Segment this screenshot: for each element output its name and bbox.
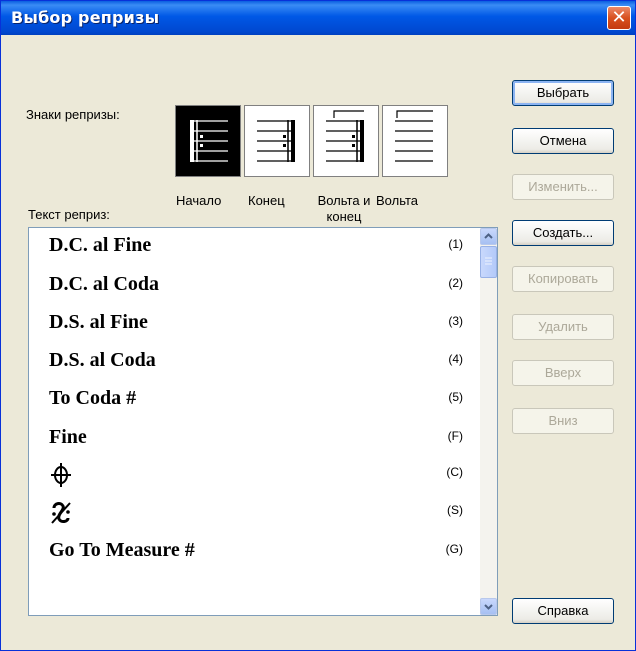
- select-button[interactable]: Выбрать: [512, 80, 614, 106]
- segno-icon: [51, 502, 71, 524]
- mark-label-volta-end: Вольта и конец: [317, 193, 371, 224]
- list-item-code: (F): [447, 429, 463, 443]
- mark-end[interactable]: [244, 105, 310, 177]
- list-item-code: (G): [445, 542, 463, 556]
- list-item-code: (S): [447, 503, 463, 517]
- delete-button[interactable]: Удалить: [512, 314, 614, 340]
- list-item-code: (4): [448, 352, 463, 366]
- list-item[interactable]: (C): [29, 456, 475, 494]
- repeat-end-icon: [257, 120, 295, 162]
- list-item-text: D.C. al Fine: [49, 234, 152, 256]
- volta-icon: [395, 110, 433, 162]
- cancel-button[interactable]: Отмена: [512, 128, 614, 154]
- mark-label-volta: Вольта: [376, 193, 418, 208]
- list-item[interactable]: Go To Measure # (G): [29, 533, 475, 571]
- list-item[interactable]: To Coda # (5): [29, 381, 475, 419]
- list-item-text: D.S. al Coda: [49, 349, 156, 371]
- close-icon: ✕: [611, 7, 627, 28]
- mark-label-end: Конец: [248, 193, 285, 208]
- mark-volta[interactable]: [382, 105, 448, 177]
- list-item-code: (C): [446, 465, 463, 479]
- chevron-down-icon: [484, 604, 493, 610]
- list-label: Текст реприз:: [28, 207, 110, 222]
- list-item-code: (3): [448, 314, 463, 328]
- list-item[interactable]: Fine (F): [29, 420, 475, 458]
- mark-start[interactable]: [175, 105, 241, 177]
- close-button[interactable]: ✕: [607, 6, 631, 30]
- list-item-code: (5): [448, 390, 463, 404]
- list-item-code: (2): [448, 276, 463, 290]
- list-item[interactable]: D.S. al Coda (4): [29, 343, 475, 381]
- scroll-down-button[interactable]: [480, 598, 497, 615]
- grip-icon: [485, 257, 492, 265]
- list-item[interactable]: D.C. al Fine (1): [29, 228, 475, 266]
- repeat-text-list[interactable]: D.C. al Fine (1) D.C. al Coda (2) D.S. a…: [28, 227, 498, 616]
- list-item-text: To Coda #: [49, 387, 137, 409]
- list-item-text: Fine: [49, 426, 87, 448]
- list-item-code: (1): [448, 237, 463, 251]
- volta-end-icon: [326, 110, 364, 162]
- copy-button[interactable]: Копировать: [512, 266, 614, 292]
- help-button[interactable]: Справка: [512, 598, 614, 624]
- coda-icon: [51, 463, 71, 487]
- edit-button[interactable]: Изменить...: [512, 174, 614, 200]
- create-button[interactable]: Создать...: [512, 220, 614, 246]
- title-bar[interactable]: Выбор репризы ✕: [1, 1, 635, 35]
- list-item-text: Go To Measure #: [49, 539, 195, 561]
- mark-volta-end[interactable]: [313, 105, 379, 177]
- list-item[interactable]: D.S. al Fine (3): [29, 305, 475, 343]
- mark-label-start: Начало: [176, 193, 222, 208]
- list-item-text: D.S. al Fine: [49, 311, 148, 333]
- chevron-up-icon: [484, 233, 493, 239]
- list-scrollbar[interactable]: [480, 228, 497, 615]
- marks-label: Знаки репризы:: [26, 107, 120, 122]
- scroll-thumb[interactable]: [480, 246, 497, 278]
- scroll-up-button[interactable]: [480, 228, 497, 245]
- list-item[interactable]: (S): [29, 494, 475, 532]
- list-item-text: D.C. al Coda: [49, 273, 160, 295]
- dialog-title: Выбор репризы: [11, 8, 160, 27]
- repeat-start-icon: [190, 120, 228, 162]
- move-up-button[interactable]: Вверх: [512, 360, 614, 386]
- move-down-button[interactable]: Вниз: [512, 408, 614, 434]
- repeat-selection-dialog: Выбор репризы ✕ Знаки репризы: Начало Ко…: [0, 0, 636, 651]
- list-item[interactable]: D.C. al Coda (2): [29, 267, 475, 305]
